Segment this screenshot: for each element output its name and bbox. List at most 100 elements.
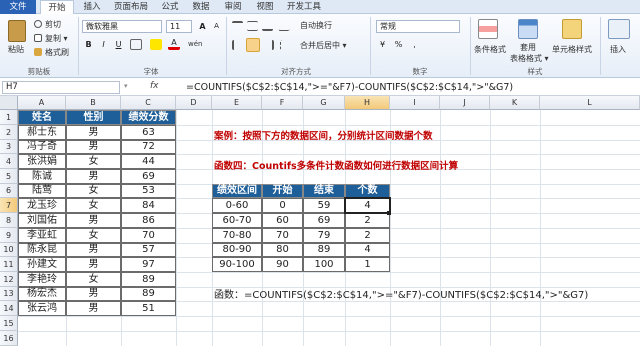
left-table-score-cell[interactable]: 72 [121, 140, 176, 154]
align-top-icon[interactable] [232, 21, 243, 31]
format-painter-icon[interactable] [34, 48, 42, 56]
left-table-name-cell[interactable]: 孙建文 [18, 257, 66, 272]
left-table-name-cell[interactable]: 龙玉珍 [18, 198, 66, 213]
right-table-range-cell[interactable]: 60-70 [212, 213, 262, 228]
align-middle-icon[interactable] [247, 21, 258, 31]
left-table-name-cell[interactable]: 李艳玲 [18, 272, 66, 287]
column-header-h[interactable]: H [345, 96, 390, 110]
left-table-gender-cell[interactable]: 女 [66, 198, 121, 213]
formula-input[interactable]: =COUNTIFS($C$2:$C$14,">="&F7)-COUNTIFS($… [186, 81, 513, 94]
left-table-gender-cell[interactable]: 女 [66, 228, 121, 243]
left-table-score-cell[interactable]: 97 [121, 257, 176, 272]
left-table-score-cell[interactable]: 89 [121, 287, 176, 301]
column-header-g[interactable]: G [303, 96, 345, 110]
wrap-text-button[interactable]: 自动换行 [300, 20, 332, 31]
align-center-icon[interactable] [246, 38, 260, 52]
right-table-range-cell[interactable]: 70-80 [212, 228, 262, 243]
left-table-gender-cell[interactable]: 女 [66, 184, 121, 198]
tab-formulas[interactable]: 公式 [156, 0, 184, 14]
row-header-4[interactable]: 4 [0, 154, 18, 169]
left-table-name-cell[interactable]: 陆莺 [18, 184, 66, 198]
left-table-score-cell[interactable]: 84 [121, 198, 176, 213]
row-header-8[interactable]: 8 [0, 213, 18, 228]
conditional-format-icon[interactable] [478, 19, 498, 39]
column-header-f[interactable]: F [262, 96, 303, 110]
left-table-name-cell[interactable]: 杨宏杰 [18, 287, 66, 301]
left-table-name-cell[interactable]: 冯子奇 [18, 140, 66, 154]
right-table-end-cell[interactable]: 69 [303, 213, 345, 228]
number-format-select[interactable]: 常规 [376, 20, 460, 33]
copy-button[interactable]: 复制 ▾ [45, 33, 68, 44]
cell-style-icon[interactable] [562, 19, 582, 39]
row-header-3[interactable]: 3 [0, 140, 18, 154]
right-table-count-cell[interactable]: 4 [345, 243, 390, 257]
insert-cells-icon[interactable] [608, 19, 630, 39]
left-table-score-cell[interactable]: 86 [121, 213, 176, 228]
font-color-icon[interactable]: A [168, 39, 180, 50]
table-format-label-1[interactable]: 套用 [520, 42, 536, 53]
conditional-format-button[interactable]: 条件格式 [474, 44, 506, 55]
align-left-icon[interactable] [232, 40, 243, 50]
right-table-count-cell[interactable]: 2 [345, 213, 390, 228]
underline-button[interactable]: U [112, 38, 125, 51]
font-name-select[interactable]: 微软雅黑 [82, 20, 162, 33]
row-header-16[interactable]: 16 [0, 331, 18, 346]
column-header-j[interactable]: J [440, 96, 490, 110]
orientation-icon[interactable] [278, 21, 293, 31]
grow-font-button[interactable]: A [196, 20, 209, 33]
column-header-b[interactable]: B [66, 96, 121, 110]
left-table-name-cell[interactable]: 李亚虹 [18, 228, 66, 243]
right-table-end-cell[interactable]: 100 [303, 257, 345, 272]
right-table-start-cell[interactable]: 90 [262, 257, 303, 272]
row-header-11[interactable]: 11 [0, 257, 18, 272]
right-table-header-end[interactable]: 结束 [303, 184, 345, 198]
left-table-score-cell[interactable]: 89 [121, 272, 176, 287]
left-table-gender-cell[interactable]: 女 [66, 272, 121, 287]
right-table-end-cell[interactable]: 89 [303, 243, 345, 257]
border-icon[interactable] [130, 39, 142, 50]
right-table-range-cell[interactable]: 90-100 [212, 257, 262, 272]
function-heading[interactable]: 函数四：Countifs多条件计数函数如何进行数据区间计算 [214, 158, 458, 172]
left-table-score-cell[interactable]: 63 [121, 125, 176, 140]
right-table-range-cell[interactable]: 80-90 [212, 243, 262, 257]
align-right-icon[interactable] [263, 40, 274, 50]
percent-button[interactable]: % [392, 38, 405, 51]
cut-button[interactable]: 剪切 [45, 19, 61, 30]
cut-icon[interactable] [34, 20, 42, 28]
tab-insert[interactable]: 插入 [78, 0, 106, 14]
indent-icon[interactable] [280, 40, 289, 50]
name-box-dropdown-icon[interactable]: ▾ [124, 82, 132, 92]
currency-button[interactable]: ¥ [376, 38, 389, 51]
italic-button[interactable]: I [97, 38, 110, 51]
right-table-header-count[interactable]: 个数 [345, 184, 390, 198]
worksheet-grid[interactable]: A B C D E F G H I J K L 1 2 3 4 5 6 7 8 … [0, 96, 640, 346]
right-table-start-cell[interactable]: 0 [262, 198, 303, 213]
row-header-1[interactable]: 1 [0, 110, 18, 125]
left-table-name-cell[interactable]: 张云鸿 [18, 301, 66, 316]
left-table-name-cell[interactable]: 刘国佑 [18, 213, 66, 228]
row-header-13[interactable]: 13 [0, 287, 18, 301]
left-table-name-cell[interactable]: 陈永昆 [18, 243, 66, 257]
tab-data[interactable]: 数据 [186, 0, 216, 14]
column-header-d[interactable]: D [176, 96, 212, 110]
row-header-12[interactable]: 12 [0, 272, 18, 287]
left-table-score-cell[interactable]: 69 [121, 169, 176, 184]
row-header-6[interactable]: 6 [0, 184, 18, 198]
right-table-end-cell[interactable]: 59 [303, 198, 345, 213]
row-header-14[interactable]: 14 [0, 301, 18, 316]
format-painter-button[interactable]: 格式刷 [45, 47, 69, 58]
tab-home[interactable]: 开始 [40, 0, 74, 15]
left-table-gender-cell[interactable]: 男 [66, 140, 121, 154]
tab-page-layout[interactable]: 页面布局 [108, 0, 154, 14]
left-table-gender-cell[interactable]: 男 [66, 257, 121, 272]
left-table-gender-cell[interactable]: 男 [66, 243, 121, 257]
left-table-gender-cell[interactable]: 女 [66, 154, 121, 169]
row-header-9[interactable]: 9 [0, 228, 18, 243]
right-table-range-cell[interactable]: 0-60 [212, 198, 262, 213]
left-table-header-name[interactable]: 姓名 [18, 110, 66, 125]
fill-handle[interactable] [387, 211, 391, 215]
right-table-start-cell[interactable]: 70 [262, 228, 303, 243]
paste-label[interactable]: 粘贴 [8, 44, 24, 55]
insert-cells-button[interactable]: 插入 [610, 44, 626, 55]
right-table-start-cell[interactable]: 80 [262, 243, 303, 257]
